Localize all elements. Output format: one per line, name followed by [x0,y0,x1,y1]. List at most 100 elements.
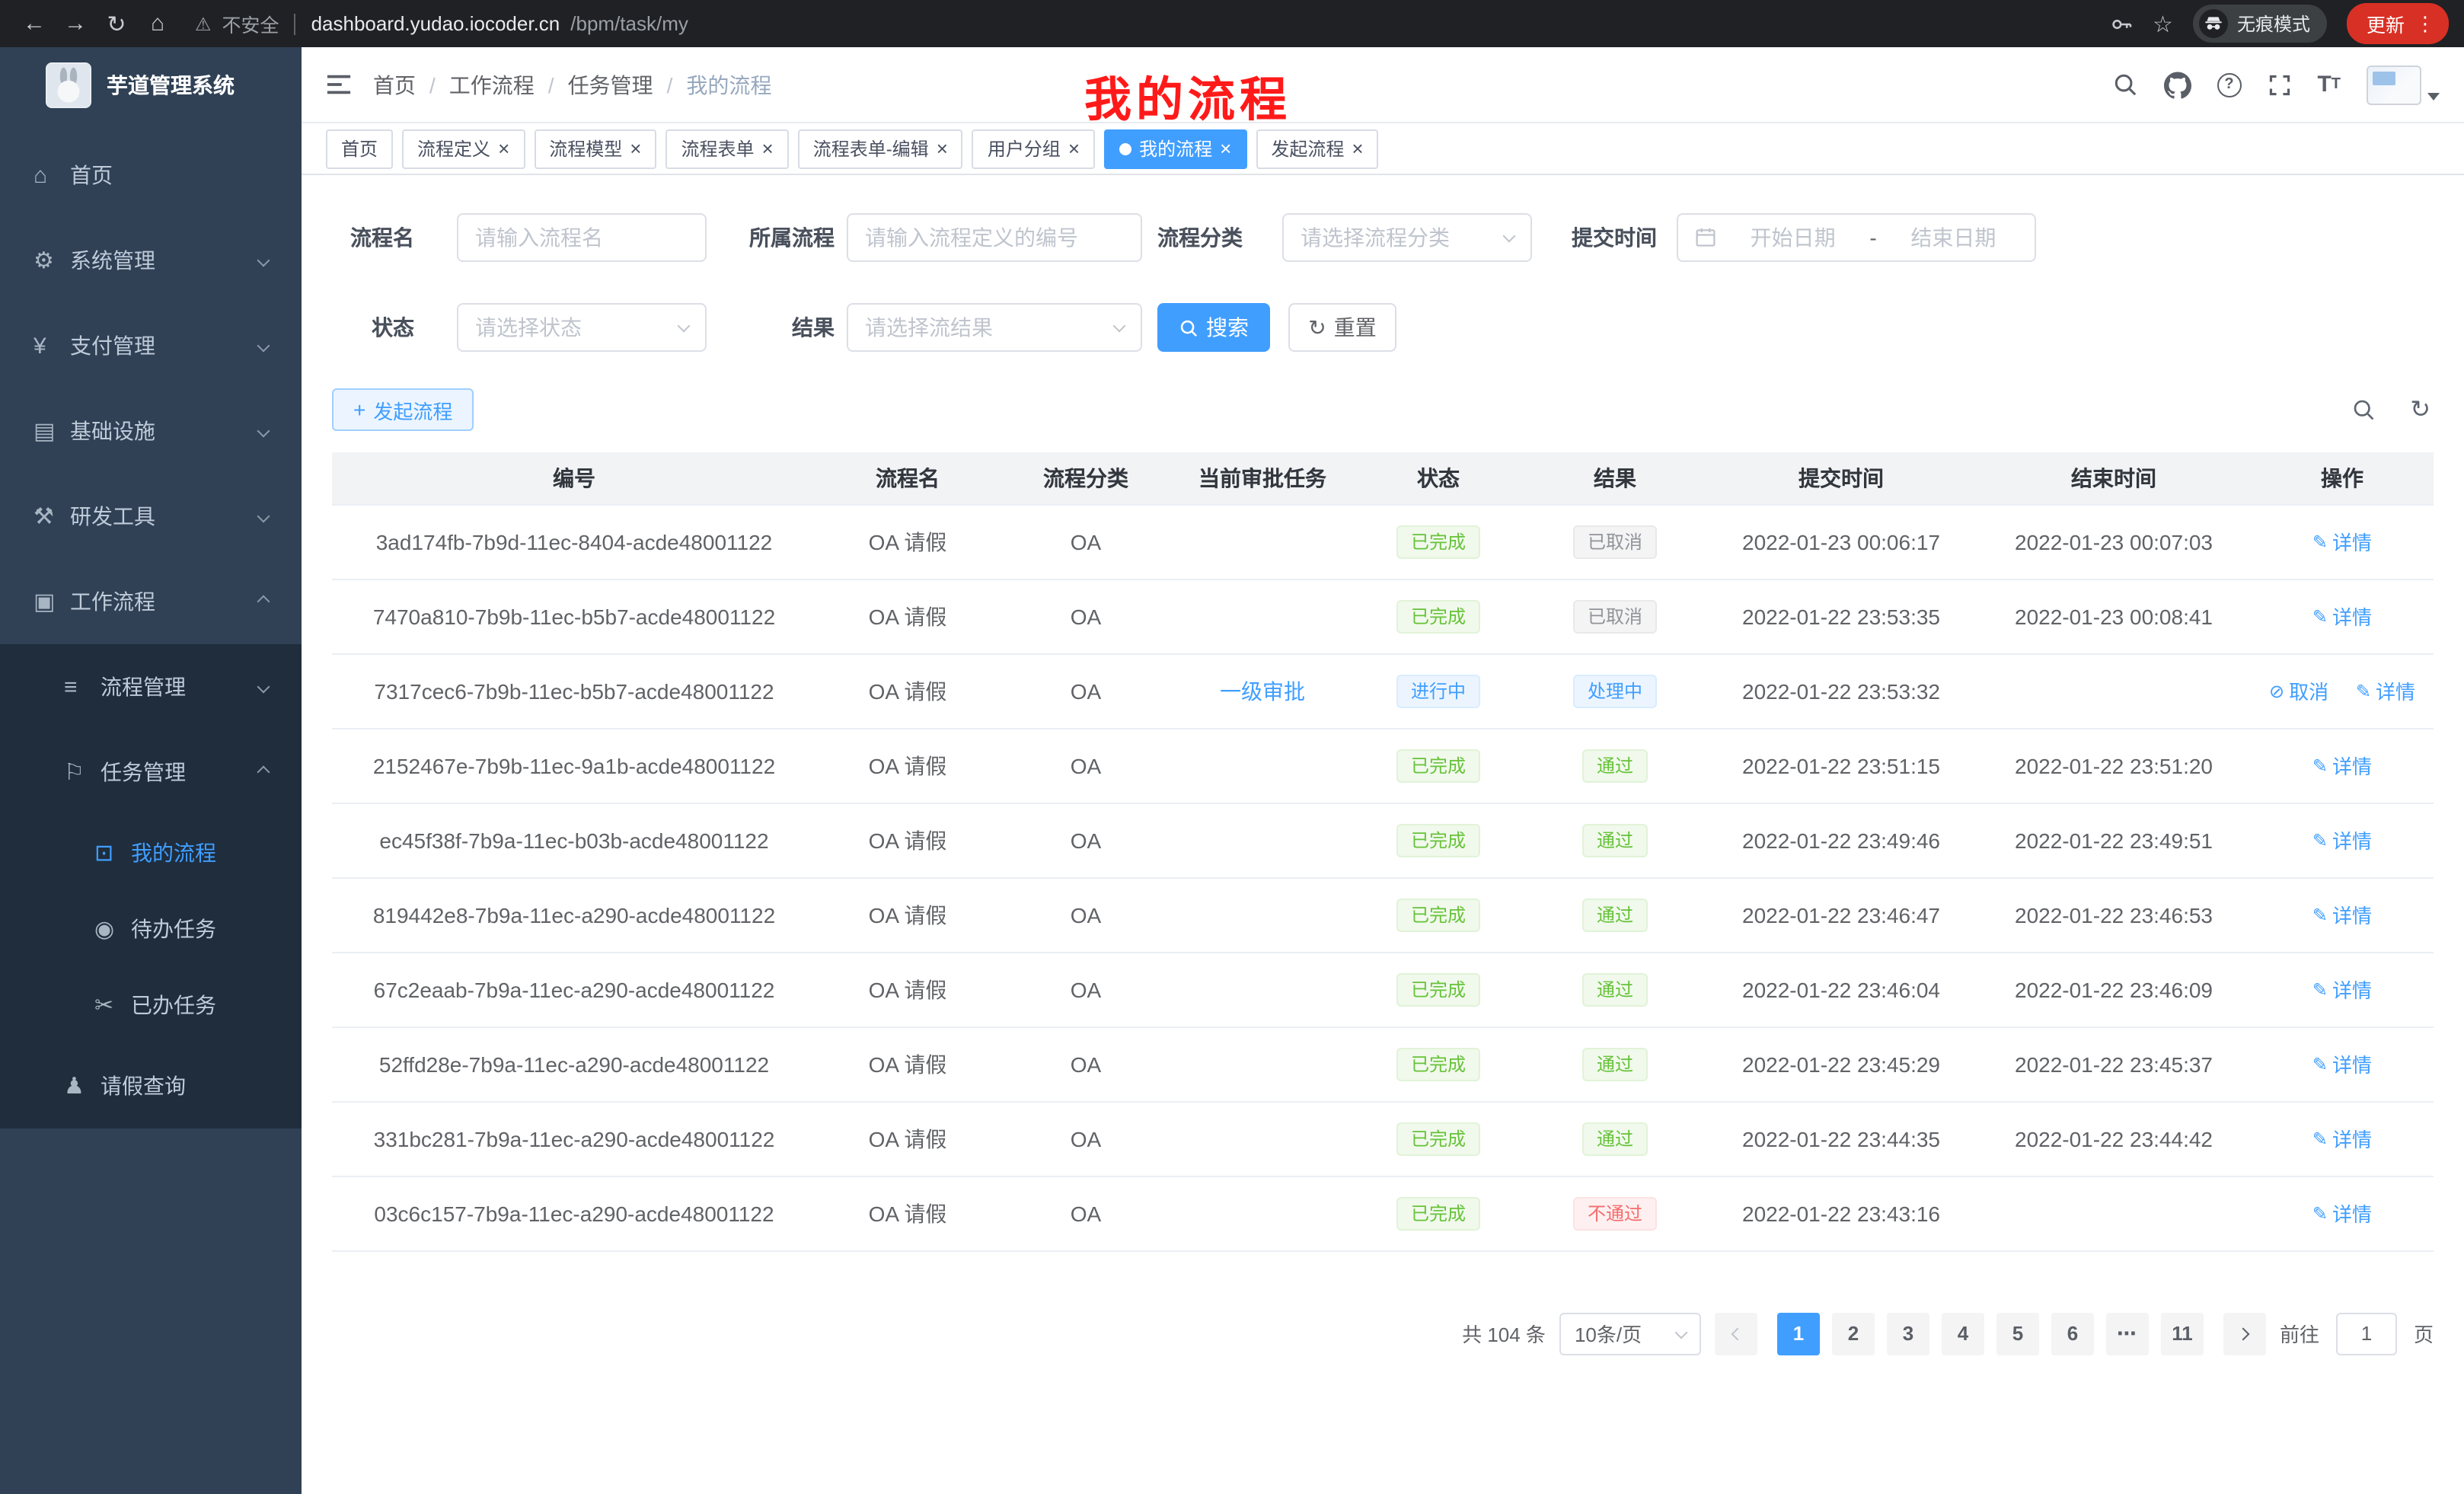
start-date-placeholder[interactable]: 开始日期 [1728,222,1857,253]
result-select[interactable]: 请选择流结果 [847,303,1142,352]
help-icon[interactable]: ? [2217,72,2241,97]
sidebar-item[interactable]: ◉ 待办任务 [0,891,302,967]
process-category: OA [1071,902,1101,927]
password-key-icon[interactable] [2108,11,2133,36]
github-icon[interactable] [2163,71,2191,98]
bookmark-star-icon[interactable]: ☆ [2153,10,2173,37]
row-action-link[interactable]: ✎详情 [2356,676,2415,705]
sidebar-item[interactable]: ⌂ 首页 [0,132,302,218]
sidebar-item[interactable]: ≡ 流程管理 [0,644,302,729]
row-action-link[interactable]: ✎详情 [2312,1199,2372,1227]
url-path[interactable]: /bpm/task/my [570,12,688,35]
row-action-link[interactable]: ✎详情 [2312,1124,2372,1153]
status-select[interactable]: 请选择状态 [457,303,707,352]
font-size-icon[interactable]: TT [2317,73,2341,96]
process-name-input[interactable] [457,213,707,262]
page-number[interactable]: 4 [1942,1312,1984,1355]
reset-button[interactable]: ↻ 重置 [1288,303,1396,352]
process-name-field[interactable] [475,225,688,250]
hamburger-icon[interactable] [326,72,352,97]
back-icon[interactable]: ← [15,5,53,43]
sidebar-item[interactable]: ▣ 工作流程 [0,559,302,644]
sidebar-item[interactable]: ▤ 基础设施 [0,388,302,474]
page-number[interactable]: 6 [2051,1312,2094,1355]
sidebar-item[interactable]: ✂ 已办任务 [0,967,302,1043]
reload-icon[interactable]: ↻ [97,5,136,43]
row-action-link[interactable]: ✎详情 [2312,1049,2372,1078]
row-action-link[interactable]: ⊘取消 [2269,676,2328,705]
submit-time: 2022-01-22 23:53:35 [1742,604,1940,628]
sidebar-item[interactable]: ⚙ 系统管理 [0,218,302,303]
page-number[interactable]: 1 [1777,1312,1820,1355]
row-action-link[interactable]: ✎详情 [2312,751,2372,780]
create-process-button[interactable]: + 发起流程 [332,388,474,431]
address-bar[interactable]: ⚠ 不安全 dashboard.yudao.iocoder.cn/bpm/tas… [195,9,2105,38]
page-number[interactable]: ⋯ [2106,1312,2149,1355]
app-logo[interactable]: 芋道管理系统 [0,47,302,123]
breadcrumb-link[interactable]: 我的流程 [686,69,771,100]
sidebar-item[interactable]: ⚒ 研发工具 [0,474,302,559]
page-number[interactable]: 11 [2161,1312,2204,1355]
page-number[interactable]: 3 [1887,1312,1929,1355]
status-placeholder: 请选择状态 [475,312,679,343]
close-icon[interactable]: × [1220,139,1231,158]
breadcrumb-link[interactable]: 任务管理 [568,69,653,100]
page-number[interactable]: 5 [1996,1312,2039,1355]
close-icon[interactable]: × [498,139,509,158]
date-range-picker[interactable]: 开始日期 - 结束日期 [1677,213,2036,262]
user-menu[interactable] [2367,65,2440,104]
tools-icon: ⚒ [34,503,70,530]
browser-home-icon[interactable]: ⌂ [139,5,177,43]
jump-page-input[interactable] [2336,1312,2397,1355]
current-task-link[interactable]: 一级审批 [1220,678,1305,703]
row-action-link[interactable]: ✎详情 [2312,975,2372,1004]
next-page-button[interactable] [2223,1312,2266,1355]
process-def-field[interactable] [865,225,1124,250]
row-action-link[interactable]: ✎详情 [2312,825,2372,854]
tab[interactable]: 首页 × [326,129,393,168]
tab[interactable]: 流程表单-编辑 × [798,129,963,168]
tab[interactable]: 用户分组 × [972,129,1095,168]
search-icon[interactable] [2111,72,2137,97]
incognito-badge[interactable]: 无痕模式 [2193,5,2327,43]
search-button[interactable]: 搜索 [1157,303,1270,352]
breadcrumb-link[interactable]: 工作流程 [449,69,535,100]
row-action-link[interactable]: ✎详情 [2312,900,2372,929]
breadcrumb-link[interactable]: 首页 [373,69,416,100]
tab[interactable]: 流程模型 × [534,129,656,168]
security-label[interactable]: 不安全 [222,9,279,38]
tab[interactable]: 我的流程 × [1104,129,1246,168]
close-icon[interactable]: × [1068,139,1080,158]
process-def-input[interactable] [847,213,1142,262]
close-icon[interactable]: × [630,139,641,158]
toggle-search-icon[interactable] [2351,397,2375,422]
url-host[interactable]: dashboard.yudao.iocoder.cn [311,12,560,35]
sidebar-item[interactable]: ⊡ 我的流程 [0,815,302,891]
forward-icon[interactable]: → [56,5,94,43]
submit-time: 2022-01-22 23:53:32 [1742,678,1940,703]
browser-menu-icon[interactable]: ⋮ [2415,11,2435,36]
row-action-link[interactable]: ✎详情 [2312,602,2372,630]
refresh-table-icon[interactable]: ↻ [2410,394,2430,425]
tab[interactable]: 流程定义 × [402,129,525,168]
update-button[interactable]: 更新 ⋮ [2347,3,2449,44]
close-icon[interactable]: × [1352,139,1363,158]
jump-suffix: 页 [2414,1319,2434,1348]
fullscreen-icon[interactable] [2267,72,2291,97]
edit-icon: ✎ [2312,1128,2328,1149]
category-select[interactable]: 请选择流程分类 [1282,213,1532,262]
close-icon[interactable]: × [762,139,774,158]
sidebar-item[interactable]: ¥ 支付管理 [0,303,302,388]
tab[interactable]: 流程表单 × [665,129,788,168]
incognito-label: 无痕模式 [2237,11,2310,37]
sidebar-item[interactable]: ♟ 请假查询 [0,1043,302,1128]
process-table: 编号 流程名 流程分类 当前审批任务 状态 结果 [332,452,2434,1251]
tab[interactable]: 发起流程 × [1256,129,1378,168]
end-date-placeholder[interactable]: 结束日期 [1889,222,2018,253]
page-number[interactable]: 2 [1832,1312,1875,1355]
page-size-select[interactable]: 10条/页 [1559,1312,1701,1355]
row-action-link[interactable]: ✎详情 [2312,527,2372,556]
sidebar-item[interactable]: ⚐ 任务管理 [0,729,302,815]
prev-page-button[interactable] [1715,1312,1757,1355]
close-icon[interactable]: × [937,139,948,158]
